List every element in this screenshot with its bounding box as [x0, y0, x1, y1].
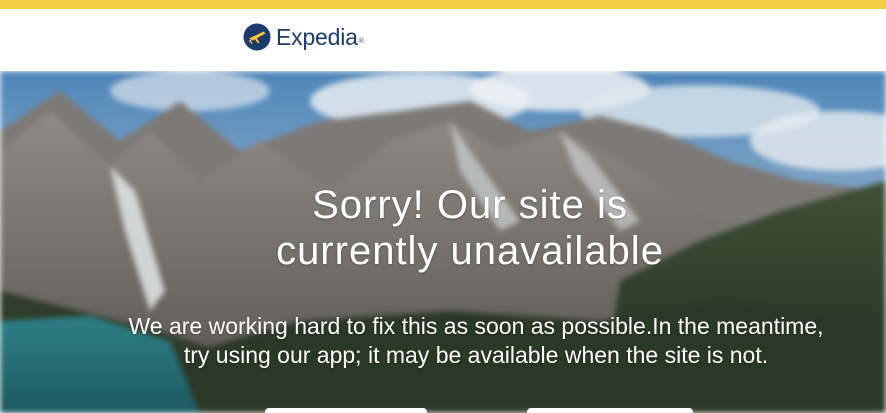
hero-banner: Sorry! Our site is currently unavailable… — [0, 71, 886, 413]
headline-line-2: currently unavailable — [276, 229, 664, 273]
app-store-button[interactable] — [265, 408, 427, 413]
headline-line-1: Sorry! Our site is — [312, 183, 628, 227]
expedia-globe-plane-icon — [243, 23, 271, 51]
google-play-button[interactable] — [527, 408, 693, 413]
logo-wordmark: Expedia — [276, 24, 358, 50]
top-accent-stripe — [0, 0, 886, 9]
outage-page: Expedia ® Sorry! Our site is currently u… — [0, 0, 886, 413]
message-line-2: try using our app; it may be available w… — [183, 342, 769, 368]
site-header: Expedia ® — [0, 9, 886, 71]
logo-registered-mark: ® — [358, 38, 364, 45]
error-headline: Sorry! Our site is currently unavailable — [0, 182, 886, 274]
message-line-1: We are working hard to fix this as soon … — [128, 313, 824, 339]
error-message: We are working hard to fix this as soon … — [0, 312, 886, 370]
expedia-logo[interactable]: Expedia ® — [243, 22, 364, 52]
